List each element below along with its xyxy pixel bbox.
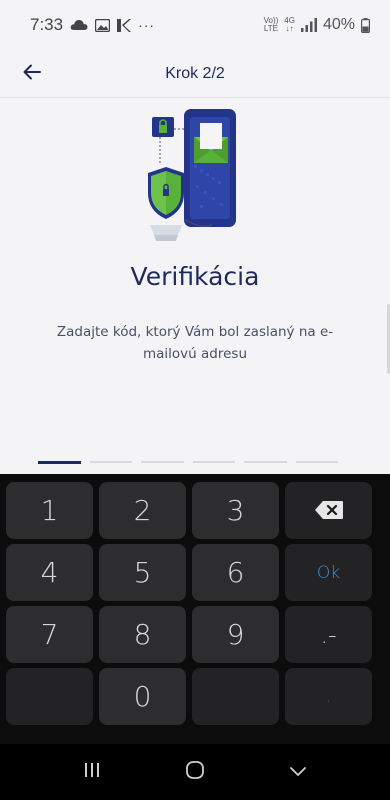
keyboard-row: 4 5 6 Ok [6, 544, 384, 601]
home-icon [185, 760, 205, 784]
blank-key-middle [192, 668, 279, 725]
recents-button[interactable] [62, 752, 122, 792]
keyboard-row: 7 8 9 .- [6, 606, 384, 663]
status-time: 7:33 [30, 15, 64, 34]
battery-percent: 40% [322, 16, 355, 33]
key-7[interactable]: 7 [6, 606, 93, 663]
app-bar: Krok 2/2 [0, 50, 390, 98]
ok-key[interactable]: Ok [285, 544, 372, 601]
keyboard-row: 1 2 3 [6, 482, 384, 539]
volte-indicator: Vo)) LTE [264, 17, 279, 33]
key-0[interactable]: 0 [99, 668, 186, 725]
backspace-icon [314, 494, 344, 527]
verification-content: Verifikácia Zadajte kód, ktorý Vám bol z… [0, 99, 390, 474]
signal-icon [300, 18, 317, 32]
numeric-keyboard: 1 2 3 4 5 6 Ok 7 8 9 .- 0 , [0, 474, 390, 744]
code-digit-slot-3[interactable] [141, 461, 184, 463]
status-more: ··· [138, 17, 156, 33]
system-back-button[interactable] [268, 752, 328, 792]
status-bar: 7:33 ··· Vo)) LTE 4G ↓↑ 40% [0, 0, 390, 50]
dot-dash-key[interactable]: .- [285, 606, 372, 663]
arrow-left-icon [23, 64, 41, 84]
back-button[interactable] [0, 50, 64, 98]
code-digit-slot-5[interactable] [244, 461, 287, 463]
key-3[interactable]: 3 [192, 482, 279, 539]
key-5[interactable]: 5 [99, 544, 186, 601]
phone-email-shield-illustration [140, 107, 250, 249]
k-app-icon [117, 18, 132, 32]
code-digit-slot-1[interactable] [38, 461, 81, 464]
status-right: Vo)) LTE 4G ↓↑ 40% [264, 16, 370, 34]
comma-key[interactable]: , [285, 668, 372, 725]
key-4[interactable]: 4 [6, 544, 93, 601]
volte-bottom: LTE [263, 24, 278, 33]
recents-icon [84, 762, 100, 782]
nav-back-chevron-icon [289, 763, 307, 782]
key-9[interactable]: 9 [192, 606, 279, 663]
code-digit-slot-2[interactable] [89, 461, 132, 463]
network-4g-indicator: 4G ↓↑ [284, 17, 295, 33]
image-icon [95, 18, 111, 32]
home-button[interactable] [165, 752, 225, 792]
battery-icon [361, 17, 370, 33]
system-nav-bar [0, 744, 390, 800]
key-8[interactable]: 8 [99, 606, 186, 663]
keyboard-row: 0 , [6, 668, 384, 725]
key-6[interactable]: 6 [192, 544, 279, 601]
code-digit-slot-6[interactable] [295, 461, 338, 463]
backspace-key[interactable] [285, 482, 372, 539]
network-arrows: ↓↑ [285, 24, 294, 33]
status-left: 7:33 ··· [30, 15, 155, 35]
code-digit-slot-4[interactable] [192, 461, 235, 463]
verification-instruction: Zadajte kód, ktorý Vám bol zaslaný na e-… [56, 324, 334, 362]
cloud-icon [70, 19, 88, 31]
key-2[interactable]: 2 [99, 482, 186, 539]
verification-code-input[interactable] [38, 461, 338, 465]
key-1[interactable]: 1 [6, 482, 93, 539]
blank-key-left [6, 668, 93, 725]
verification-heading: Verifikácia [130, 262, 260, 291]
